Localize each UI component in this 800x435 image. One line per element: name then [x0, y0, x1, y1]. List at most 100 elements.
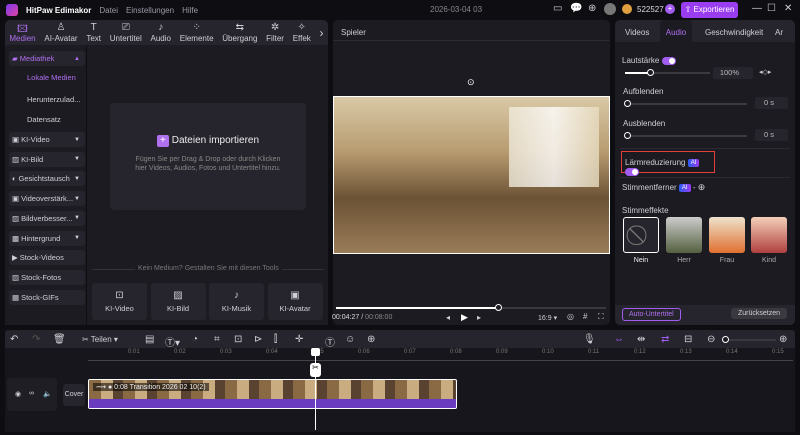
minimize-button[interactable]: —	[752, 3, 762, 14]
import-dropzone[interactable]: + Dateien importieren Fügen Sie per Drag…	[110, 103, 306, 210]
tab-text[interactable]: T Text	[86, 22, 101, 43]
volume-input[interactable]: 100%	[713, 67, 753, 79]
sidebar-item[interactable]: ▣ KI-Video ▼	[9, 132, 85, 147]
reset-button[interactable]: Zurücksetzen	[731, 308, 788, 319]
tool-ki-musik[interactable]: ♪ KI-Musik	[209, 283, 264, 320]
tab-untertitel[interactable]: ⎚ Untertitel	[110, 22, 142, 43]
face-icon[interactable]: ☺	[345, 334, 355, 345]
tab-audio[interactable]: ♪ Audio	[151, 22, 171, 43]
next-frame-button[interactable]: ▸	[477, 313, 481, 322]
fade-in-input[interactable]: 0 s	[755, 97, 788, 109]
voice-fx-herr[interactable]	[666, 217, 702, 253]
sidebar-item[interactable]: ▶ Stock-Videos	[9, 250, 85, 266]
sidebar-item[interactable]: ▩ Hintergrund ▼	[9, 230, 85, 246]
split-at-playhead-icon[interactable]: ✂	[310, 363, 321, 377]
video-clip[interactable]: ⟿ ● 0:08 Transition 2026 02 10(2)	[88, 379, 457, 409]
fade-out-slider[interactable]	[627, 135, 747, 137]
menu-hilfe[interactable]: Hilfe	[182, 6, 198, 15]
playhead-knob[interactable]	[495, 304, 502, 311]
tab-medien[interactable]: 🖾 Medien	[9, 22, 35, 43]
sidebar-item-lokale-medien[interactable]: Lokale Medien	[27, 73, 76, 82]
tab-ai-avatar[interactable]: ♙ AI-Avatar	[44, 22, 77, 43]
add-frame-icon[interactable]: ⊕	[367, 334, 375, 345]
playback-progress[interactable]	[336, 307, 606, 309]
maximize-button[interactable]: ☐	[767, 3, 776, 14]
add-credits-button[interactable]: +	[665, 4, 675, 14]
speed-icon[interactable]: ◔	[192, 334, 198, 345]
zoom-in-icon[interactable]: ⊕	[779, 334, 787, 345]
keyframe-icon[interactable]: ◂◇▸	[759, 68, 771, 76]
delete-icon[interactable]: 🗑	[53, 334, 66, 345]
rotate-handle[interactable]: ⊙	[467, 77, 475, 88]
sidebar-item[interactable]: ▦ Stock-GIFs	[9, 289, 85, 305]
microphone-icon[interactable]: 🎙	[583, 334, 596, 345]
tab-übergang[interactable]: ⇆ Übergang	[222, 22, 257, 43]
resize-icon[interactable]: ⊡	[234, 334, 242, 345]
feedback-icon[interactable]: 💬	[570, 3, 582, 14]
tab-more[interactable]: Ar	[775, 28, 783, 37]
export-button[interactable]: ⇧ Exportieren	[681, 2, 738, 18]
tab-videos[interactable]: Videos	[625, 28, 649, 37]
sidebar-item[interactable]: ▨ KI-Bild ▼	[9, 151, 85, 167]
tool-ki-bild[interactable]: ▨ KI-Bild	[150, 283, 206, 320]
tab-filter[interactable]: ✲ Filter	[266, 22, 284, 43]
sidebar-item[interactable]: ▣ Videoverstärk... ▼	[9, 191, 85, 207]
fit-icon[interactable]: ⊟	[684, 334, 692, 345]
track-mute-icon[interactable]: 🔈	[43, 390, 52, 398]
chevron-right-icon[interactable]: ›	[320, 26, 324, 40]
tab-geschwindigkeit[interactable]: Geschwindigkeit	[705, 28, 763, 37]
mirror-icon[interactable]: ⫿	[274, 334, 277, 345]
menu-datei[interactable]: Datei	[99, 6, 118, 15]
track-visibility-icon[interactable]: ◉	[15, 390, 21, 398]
voice-fx-frau[interactable]	[709, 217, 745, 253]
voice-fx-kind[interactable]	[751, 217, 787, 253]
track-lock-icon[interactable]: ∞	[29, 390, 34, 397]
play-button[interactable]: ▶	[461, 312, 468, 323]
magnet-icon[interactable]: ⇄	[661, 334, 669, 345]
tool-ki-avatar[interactable]: ▣ KI-Avatar	[267, 283, 323, 320]
mask-icon[interactable]: ▤	[145, 334, 154, 345]
playhead-handle[interactable]	[311, 348, 320, 356]
tool-ki-video[interactable]: ⊡ KI-Video	[92, 283, 147, 320]
voice-fx-none[interactable]: ⃠	[623, 217, 659, 253]
undo-icon[interactable]: ↶	[10, 334, 18, 345]
sidebar-item-mediathek[interactable]: ▰ Mediathek ▲	[9, 51, 85, 66]
grid-icon[interactable]: #	[583, 312, 587, 321]
prev-frame-button[interactable]: ◂	[446, 313, 450, 322]
snap-icon[interactable]: ⇹	[637, 334, 645, 345]
sidebar-item[interactable]: ◐ Gesichtstausch ▼	[9, 171, 85, 187]
text-tool-icon[interactable]: Ⓣ▾	[165, 334, 180, 349]
noise-reduction-toggle[interactable]	[625, 167, 639, 176]
tab-effek[interactable]: ✧ Effek	[293, 22, 311, 43]
menu-einstellungen[interactable]: Einstellungen	[126, 6, 174, 15]
close-button[interactable]: ✕	[784, 3, 792, 14]
link-icon[interactable]: ⇔	[614, 334, 624, 345]
tab-elemente[interactable]: ⁘ Elemente	[180, 22, 214, 43]
tab-audio[interactable]: Audio	[660, 20, 692, 44]
avatar[interactable]	[604, 3, 616, 15]
snapshot-icon[interactable]: ◎	[567, 312, 574, 321]
fade-out-input[interactable]: 0 s	[755, 129, 788, 141]
split-button[interactable]: ✂ Teilen ▾	[82, 335, 118, 344]
reverse-icon[interactable]: ⊳	[254, 334, 262, 345]
zoom-out-icon[interactable]: ⊖	[707, 334, 715, 345]
volume-toggle[interactable]	[661, 56, 676, 65]
crop-icon[interactable]: ⌗	[214, 334, 220, 345]
fade-in-knob[interactable]	[624, 100, 631, 107]
zoom-knob[interactable]	[722, 336, 729, 343]
video-preview[interactable]	[333, 96, 610, 254]
stabilize-icon[interactable]: ✛	[295, 334, 303, 345]
volume-knob[interactable]	[647, 69, 654, 76]
text-template-icon[interactable]: Ⓣ	[325, 334, 335, 349]
sidebar-item[interactable]: ▨ Bildverbesser... ▼	[9, 210, 85, 226]
aspect-ratio-select[interactable]: 16:9 ▾	[538, 314, 557, 322]
download-icon[interactable]: ⊕	[698, 182, 706, 192]
sidebar-item[interactable]: ▨ Stock-Fotos	[9, 269, 85, 285]
fade-out-knob[interactable]	[624, 132, 631, 139]
layout-icon[interactable]: ▭	[553, 3, 562, 14]
auto-subtitle-button[interactable]: Auto-Untertitel	[622, 308, 681, 321]
sidebar-item-datensatz[interactable]: Datensatz	[27, 115, 61, 124]
fade-in-slider[interactable]	[627, 103, 747, 105]
download-icon[interactable]: ⊕	[588, 3, 596, 14]
fullscreen-icon[interactable]: ⛶	[598, 312, 604, 322]
